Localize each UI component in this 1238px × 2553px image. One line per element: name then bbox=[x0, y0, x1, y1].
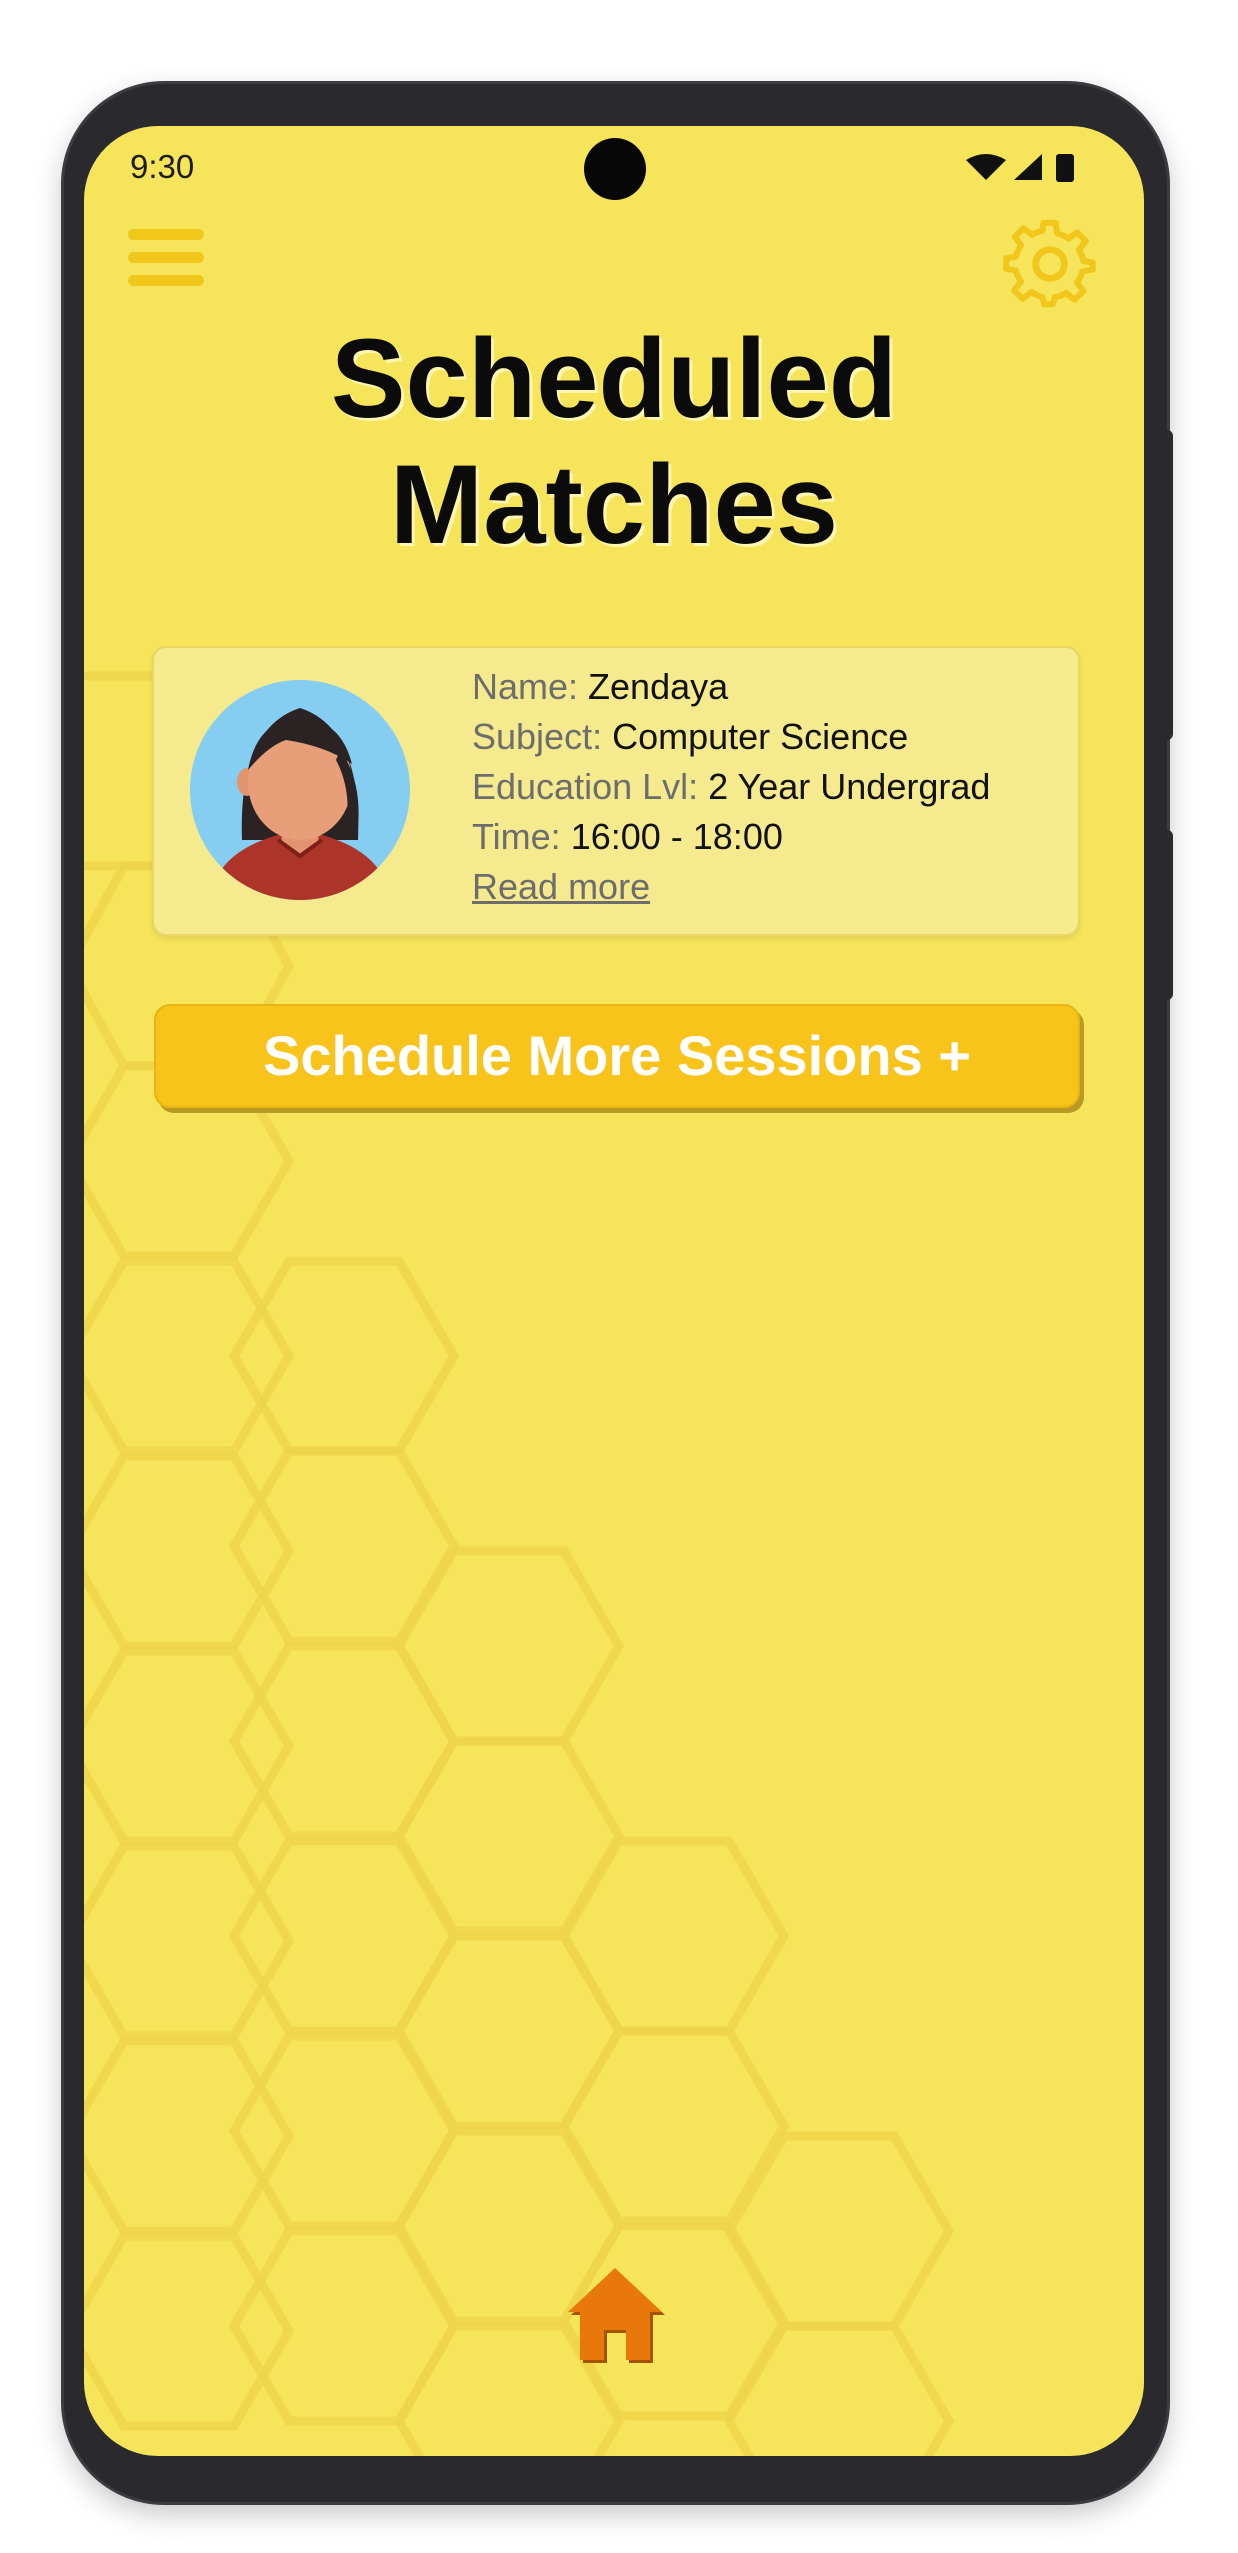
name-row: Name: Zendaya bbox=[472, 662, 990, 712]
home-icon[interactable] bbox=[562, 2260, 668, 2366]
time-value: 16:00 - 18:00 bbox=[570, 816, 783, 857]
education-value: 2 Year Undergrad bbox=[708, 766, 991, 807]
education-row: Education Lvl: 2 Year Undergrad bbox=[472, 762, 990, 812]
subject-label: Subject: bbox=[472, 716, 603, 757]
subject-value: Computer Science bbox=[612, 716, 909, 757]
side-button-volume bbox=[1163, 430, 1173, 740]
match-info: Name: Zendaya Subject: Computer Science … bbox=[472, 662, 990, 912]
front-camera bbox=[584, 138, 646, 200]
read-more-row: Read more bbox=[472, 862, 990, 912]
education-label: Education Lvl: bbox=[472, 766, 699, 807]
hamburger-menu-icon[interactable] bbox=[128, 229, 204, 287]
title-line-2: Matches bbox=[389, 442, 839, 567]
schedule-more-sessions-button[interactable]: Schedule More Sessions + bbox=[154, 1004, 1080, 1108]
person-avatar bbox=[190, 680, 410, 900]
subject-row: Subject: Computer Science bbox=[472, 712, 990, 762]
battery-icon bbox=[1056, 154, 1074, 182]
name-label: Name: bbox=[472, 666, 579, 707]
read-more-link[interactable]: Read more bbox=[472, 866, 650, 907]
status-icons bbox=[966, 154, 1074, 182]
title-line-1: Scheduled bbox=[330, 316, 898, 441]
wifi-icon bbox=[966, 154, 1006, 180]
time-row: Time: 16:00 - 18:00 bbox=[472, 812, 990, 862]
page-title: Scheduled Matches bbox=[84, 316, 1144, 568]
status-time: 9:30 bbox=[130, 148, 195, 185]
side-button-power bbox=[1163, 830, 1173, 1000]
gear-icon[interactable] bbox=[1002, 216, 1098, 312]
name-value: Zendaya bbox=[588, 666, 729, 707]
app-screen: 9:30 Scheduled Matches Name: Zendaya Sub… bbox=[84, 126, 1144, 2456]
signal-icon bbox=[1014, 154, 1042, 180]
time-label: Time: bbox=[472, 816, 561, 857]
match-card: Name: Zendaya Subject: Computer Science … bbox=[152, 646, 1080, 936]
